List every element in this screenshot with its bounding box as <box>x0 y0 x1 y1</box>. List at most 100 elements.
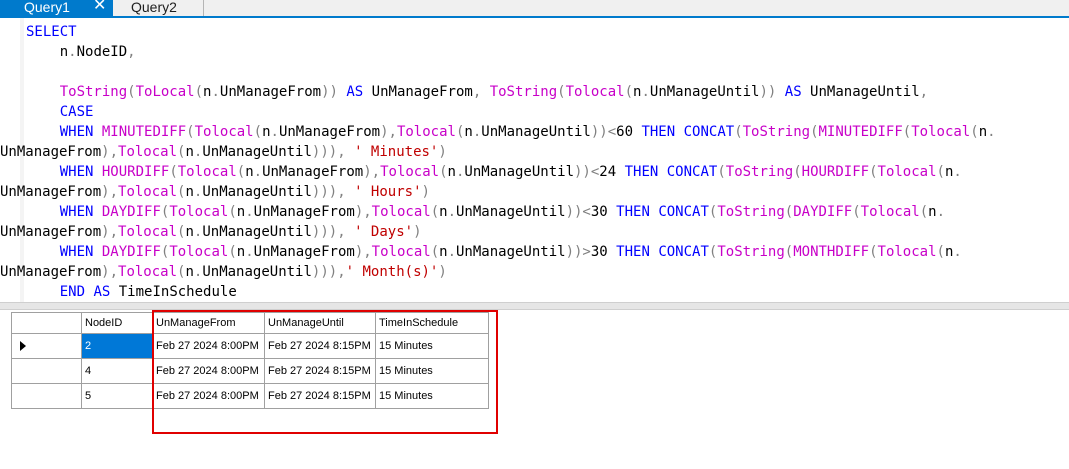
column-header-unmanagefrom[interactable]: UnManageFrom <box>152 312 265 334</box>
cell-unmanagefrom[interactable]: Feb 27 2024 8:00PM <box>152 383 265 409</box>
row-header[interactable] <box>11 358 82 384</box>
row-header[interactable] <box>11 383 82 409</box>
tab-query1[interactable]: Query1 ✕ <box>0 0 113 16</box>
code-token: n <box>236 244 246 260</box>
code-token: n <box>185 264 194 280</box>
grid-corner[interactable] <box>11 312 82 334</box>
table-row[interactable]: 2 Feb 27 2024 8:00PM Feb 27 2024 8:15PM … <box>11 333 489 359</box>
code-token: UnManageFrom <box>363 84 473 100</box>
code-line[interactable]: ToString(ToLocal(n.UnManageFrom)) AS UnM… <box>26 82 996 102</box>
column-header-timeinschedule[interactable]: TimeInSchedule <box>375 312 489 334</box>
code-token: n <box>185 224 194 240</box>
table-row[interactable]: 5 Feb 27 2024 8:00PM Feb 27 2024 8:15PM … <box>11 383 489 409</box>
code-token: Tolocal <box>565 84 625 100</box>
pane-splitter[interactable] <box>0 302 1069 310</box>
code-token: n <box>185 184 194 200</box>
code-token: 30 <box>590 204 608 220</box>
close-icon[interactable]: ✕ <box>93 0 106 14</box>
cell-unmanageuntil[interactable]: Feb 27 2024 8:15PM <box>264 333 376 359</box>
code-line[interactable]: WHEN HOURDIFF(Tolocal(n.UnManageFrom),To… <box>26 162 996 182</box>
code-line[interactable]: n.NodeID, <box>26 42 996 62</box>
code-line[interactable]: CASE <box>26 102 996 122</box>
table-row[interactable]: 4 Feb 27 2024 8:00PM Feb 27 2024 8:15PM … <box>11 358 489 384</box>
code-token: ( <box>430 204 440 220</box>
row-header[interactable] <box>11 333 82 359</box>
code-token: UnManageFrom <box>0 184 102 200</box>
cell-timeinschedule[interactable]: 15 Minutes <box>375 358 489 384</box>
results-grid: NodeID UnManageFrom UnManageUntil TimeIn… <box>11 312 489 409</box>
code-token: ))< <box>574 164 600 180</box>
cell-nodeid[interactable]: 2 <box>81 333 153 359</box>
code-token: ' Minutes' <box>354 144 439 160</box>
code-token: . <box>253 164 263 180</box>
code-token: UnManageUntil <box>481 124 591 140</box>
code-token: Tolocal <box>118 184 178 200</box>
code-line[interactable]: UnManageFrom),Tolocal(n.UnManageUntil)))… <box>0 142 996 162</box>
code-token: ToString <box>59 84 128 100</box>
sql-code[interactable]: SELECT n.NodeID, ToString(ToLocal(n.UnMa… <box>0 22 996 302</box>
code-token: n <box>236 204 246 220</box>
code-line[interactable]: SELECT <box>26 22 996 42</box>
code-token: Tolocal <box>169 244 229 260</box>
cell-unmanageuntil[interactable]: Feb 27 2024 8:15PM <box>264 383 376 409</box>
code-token: UnManageUntil <box>202 184 312 200</box>
code-token: ))), <box>311 184 346 200</box>
code-token: END <box>59 284 86 300</box>
code-token: UnManageUntil <box>801 84 920 100</box>
code-token: n <box>185 144 194 160</box>
query-editor[interactable]: SELECT n.NodeID, ToString(ToLocal(n.UnMa… <box>0 18 1069 302</box>
code-token: n <box>26 44 69 60</box>
code-token: UnManageFrom <box>0 264 102 280</box>
column-header-unmanageuntil[interactable]: UnManageUntil <box>264 312 376 334</box>
code-token: ), <box>354 244 372 260</box>
code-token: UnManageFrom <box>278 124 381 140</box>
code-token: n <box>928 204 937 220</box>
code-token: UnManageUntil <box>649 84 760 100</box>
cell-unmanageuntil[interactable]: Feb 27 2024 8:15PM <box>264 358 376 384</box>
code-token: ' Hours' <box>354 184 422 200</box>
code-line[interactable]: UnManageFrom),Tolocal(n.UnManageUntil)))… <box>0 222 996 242</box>
code-token: 30 <box>590 244 608 260</box>
code-token: )) <box>321 84 338 100</box>
column-header-nodeid[interactable]: NodeID <box>81 312 153 334</box>
code-token: Tolocal <box>877 244 937 260</box>
cell-unmanagefrom[interactable]: Feb 27 2024 8:00PM <box>152 358 265 384</box>
code-token: UnManageUntil <box>202 264 312 280</box>
cell-nodeid[interactable]: 4 <box>81 358 153 384</box>
cell-nodeid[interactable]: 5 <box>81 383 153 409</box>
code-token: ( <box>936 164 945 180</box>
code-token: n <box>978 124 988 140</box>
code-token: DAYDIFF <box>101 244 161 260</box>
code-token: ( <box>869 164 878 180</box>
code-token: ( <box>439 164 448 180</box>
cell-timeinschedule[interactable]: 15 Minutes <box>375 333 489 359</box>
code-token: WHEN <box>59 204 94 220</box>
code-token: . <box>245 204 254 220</box>
code-token: ToString <box>489 84 558 100</box>
code-line[interactable] <box>26 62 996 82</box>
code-line[interactable]: WHEN DAYDIFF(Tolocal(n.UnManageFrom),Tol… <box>26 242 996 262</box>
code-token: ) <box>438 144 447 160</box>
code-token: Tolocal <box>177 164 237 180</box>
code-line[interactable]: WHEN MINUTEDIFF(Tolocal(n.UnManageFrom),… <box>26 122 996 142</box>
tab-query2[interactable]: Query2 <box>113 0 203 16</box>
code-line[interactable]: END AS TimeInSchedule <box>26 282 996 302</box>
code-token: ( <box>194 84 204 100</box>
code-line[interactable]: UnManageFrom),Tolocal(n.UnManageUntil)))… <box>0 182 996 202</box>
cell-unmanagefrom[interactable]: Feb 27 2024 8:00PM <box>152 333 265 359</box>
code-token: ), <box>354 204 372 220</box>
code-token: 24 <box>599 164 617 180</box>
cell-timeinschedule[interactable]: 15 Minutes <box>375 383 489 409</box>
code-token: Tolocal <box>194 124 254 140</box>
code-line[interactable]: UnManageFrom),Tolocal(n.UnManageUntil)))… <box>0 262 996 282</box>
code-line[interactable]: WHEN DAYDIFF(Tolocal(n.UnManageFrom),Tol… <box>26 202 996 222</box>
code-token: ( <box>852 204 861 220</box>
code-token: )) <box>759 84 777 100</box>
